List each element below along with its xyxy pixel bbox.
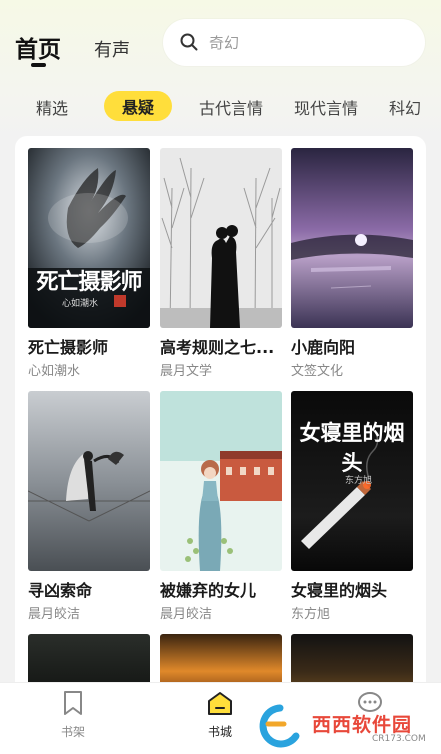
category-tabs: 精选 悬疑 古代言情 现代言情 科幻	[0, 88, 441, 126]
book-author: 晨月皎洁	[160, 607, 213, 622]
book-cover	[160, 148, 282, 328]
book-title: 高考规则之七...	[160, 338, 275, 357]
book-card[interactable]: 死亡摄影师 心如潮水 死亡摄影师 心如潮水	[28, 148, 150, 379]
nav-bookstore-label: 书城	[207, 725, 232, 739]
nav-bookshelf-label: 书架	[60, 725, 85, 739]
cover-author: 东方旭	[345, 476, 373, 486]
cover-author: 心如潮水	[62, 299, 99, 309]
category-mystery[interactable]: 悬疑	[104, 91, 173, 121]
book-cover: 死亡摄影师 心如潮水	[28, 148, 150, 328]
watermark-text: 西西软件园	[312, 714, 413, 736]
book-author: 东方旭	[291, 607, 331, 622]
book-card[interactable]: 寻凶索命 晨月皎洁	[28, 391, 150, 622]
bookmark-icon	[64, 691, 82, 715]
category-featured[interactable]: 精选	[36, 95, 68, 119]
nav-bookshelf[interactable]: 书架	[43, 689, 103, 740]
category-ancient-romance[interactable]: 古代言情	[199, 95, 263, 119]
book-author: 晨月文学	[160, 364, 213, 379]
book-author: 晨月皎洁	[28, 607, 81, 622]
book-cover	[291, 148, 413, 328]
book-title: 被嫌弃的女儿	[160, 581, 257, 600]
search-input[interactable]	[207, 31, 411, 55]
watermark-logo: 西西软件园 CR173.COM	[250, 700, 440, 750]
nav-bookstore[interactable]: 书城	[190, 689, 250, 740]
search-bar[interactable]	[163, 19, 425, 66]
book-card[interactable]: 被嫌弃的女儿 晨月皎洁	[160, 391, 282, 622]
book-title: 女寝里的烟头	[291, 581, 388, 600]
search-icon	[180, 33, 198, 51]
book-cover	[28, 391, 150, 571]
tab-audio[interactable]: 有声	[94, 36, 130, 62]
book-card[interactable]: 小鹿向阳 文签文化	[291, 148, 413, 379]
cover-title: 女寝里的烟头	[299, 420, 405, 475]
book-grid: 死亡摄影师 心如潮水 死亡摄影师 心如潮水 高考规则之七... 晨月文学 小鹿向…	[15, 136, 426, 696]
watermark-icon	[259, 704, 300, 748]
book-title: 死亡摄影师	[28, 338, 109, 357]
tab-home[interactable]: 首页	[15, 30, 61, 67]
category-scifi[interactable]: 科幻	[389, 95, 421, 119]
book-author: 文签文化	[291, 364, 344, 379]
book-title: 寻凶索命	[28, 581, 93, 600]
book-title: 小鹿向阳	[291, 338, 356, 357]
book-cover	[160, 391, 282, 571]
cover-title: 死亡摄影师	[36, 269, 142, 295]
home-icon	[208, 692, 232, 715]
book-card[interactable]: 女寝里的烟头 东方旭 女寝里的烟头 东方旭	[291, 391, 413, 622]
watermark-domain: CR173.COM	[372, 734, 426, 744]
header: 首页 有声	[0, 0, 441, 85]
book-card[interactable]: 高考规则之七... 晨月文学	[160, 148, 282, 379]
category-modern-romance[interactable]: 现代言情	[294, 95, 358, 119]
book-author: 心如潮水	[28, 364, 81, 379]
book-cover: 女寝里的烟头 东方旭	[291, 391, 413, 571]
author-seal	[114, 295, 126, 307]
